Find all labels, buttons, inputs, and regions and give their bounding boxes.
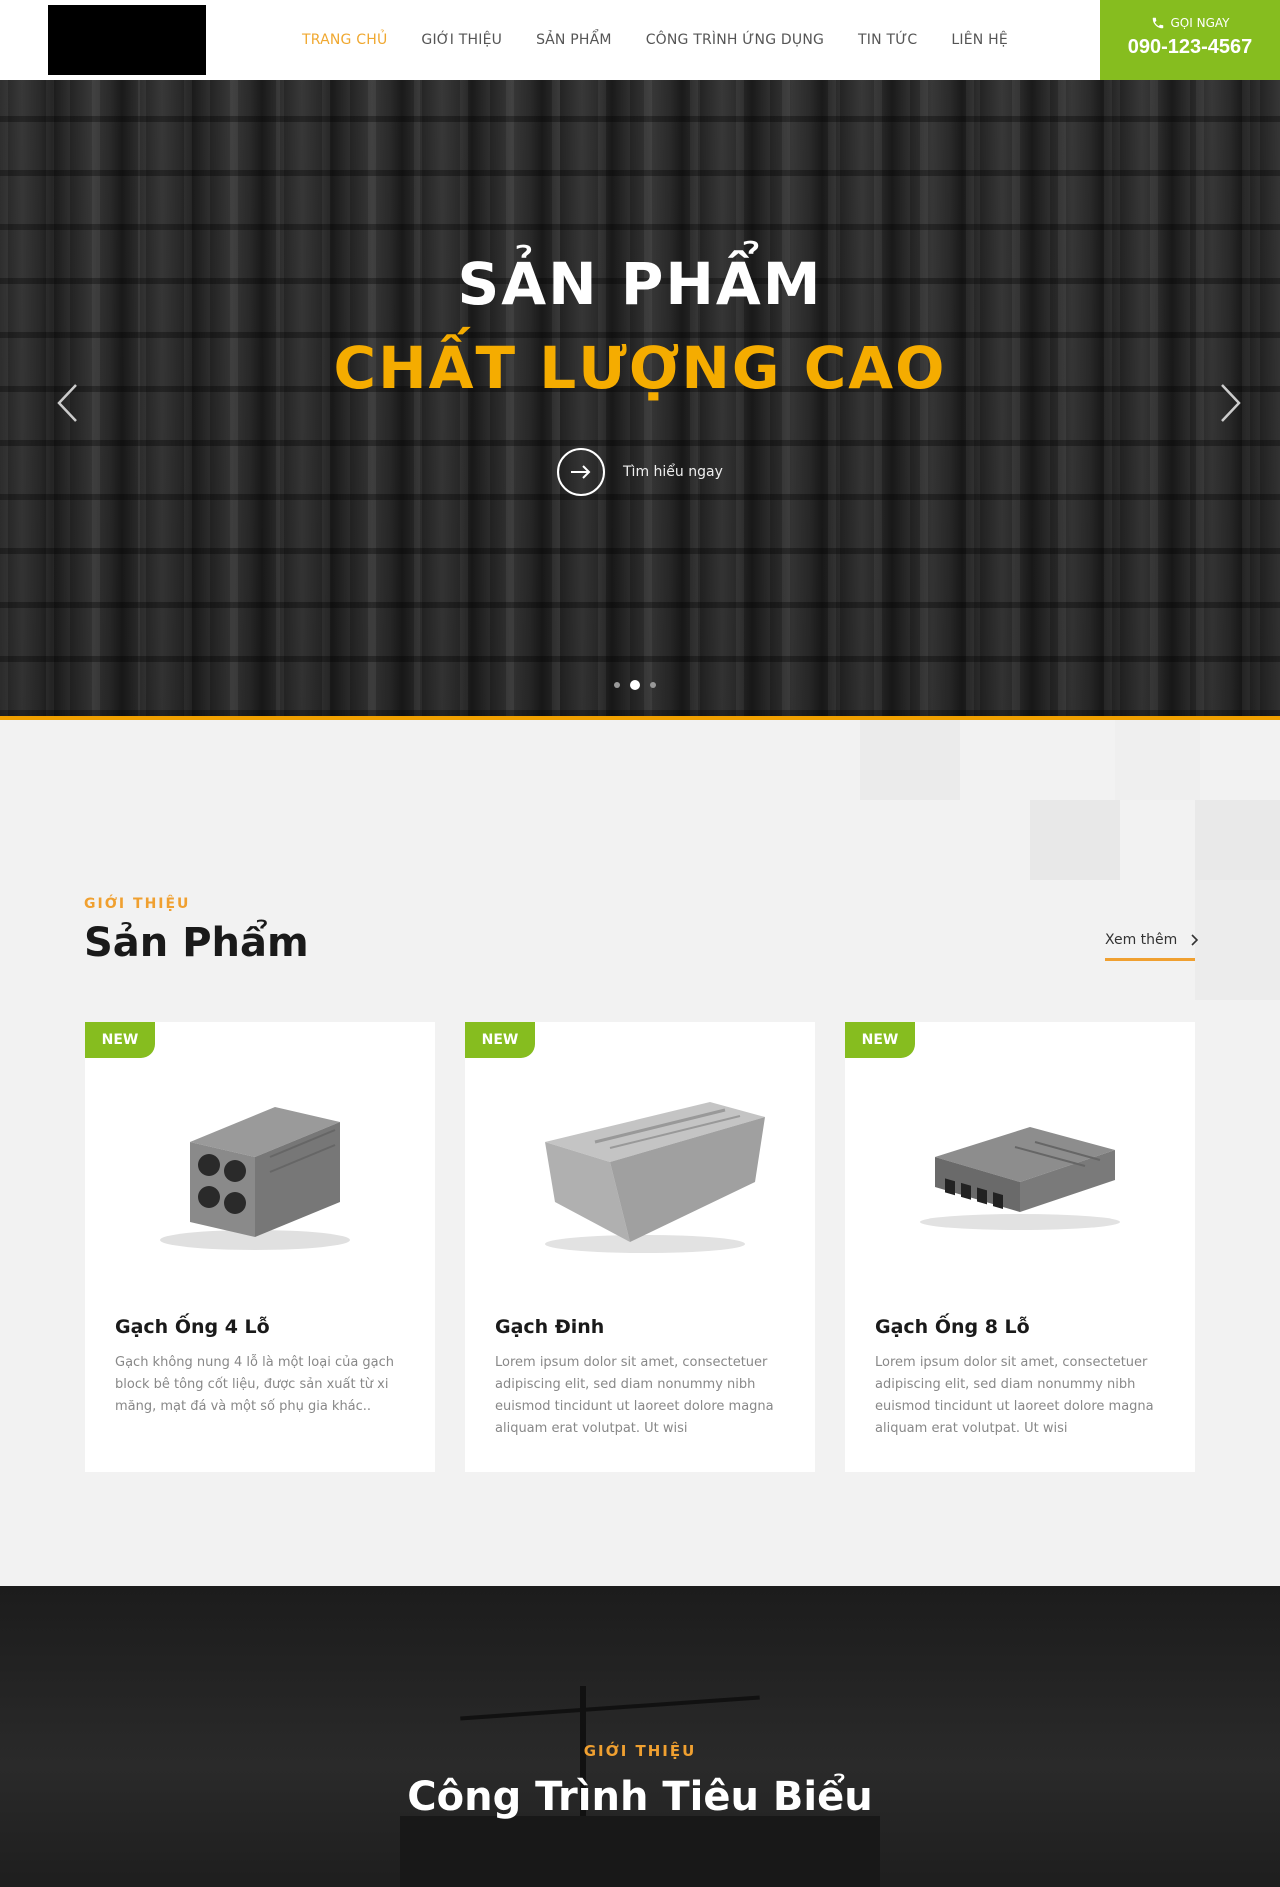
decorative-square xyxy=(1030,800,1120,880)
section-kicker: GIỚI THIỆU xyxy=(84,896,191,912)
hero-slider: SẢN PHẨM CHẤT LƯỢNG CAO Tìm hiểu ngay xyxy=(0,80,1280,716)
product-image-solid-brick[interactable] xyxy=(515,1062,765,1262)
product-description: Lorem ipsum dolor sit amet, consectetuer… xyxy=(875,1355,1154,1436)
product-description: Lorem ipsum dolor sit amet, consectetuer… xyxy=(495,1355,774,1436)
decorative-square xyxy=(1195,800,1280,880)
section-title: Sản Phẩm xyxy=(84,920,309,966)
site-header: TRANG CHỦ GIỚI THIỆU SẢN PHẨM CÔNG TRÌNH… xyxy=(0,0,1280,80)
chevron-right-icon[interactable] xyxy=(1220,380,1242,434)
nav-item-about[interactable]: GIỚI THIỆU xyxy=(421,32,502,48)
see-more-label: Xem thêm xyxy=(1105,932,1178,948)
product-name[interactable]: Gạch Đinh xyxy=(495,1316,604,1338)
new-badge: NEW xyxy=(85,1022,155,1058)
hero-cta-button[interactable]: Tìm hiểu ngay xyxy=(557,448,723,496)
nav-item-news[interactable]: TIN TỨC xyxy=(858,32,917,48)
nav-item-products[interactable]: SẢN PHẨM xyxy=(536,32,612,48)
hero-title-line1: SẢN PHẨM xyxy=(457,250,823,318)
hero-title-line2: CHẤT LƯỢNG CAO xyxy=(333,334,947,402)
slider-dot-2[interactable] xyxy=(630,680,640,690)
section-kicker: GIỚI THIỆU xyxy=(583,1742,697,1760)
nav-item-home[interactable]: TRANG CHỦ xyxy=(302,32,387,48)
nav-item-projects[interactable]: CÔNG TRÌNH ỨNG DỤNG xyxy=(646,32,824,48)
decorative-square xyxy=(1195,880,1280,1000)
call-label: GỌI NGAY xyxy=(1170,16,1230,30)
product-name[interactable]: Gạch Ống 4 Lỗ xyxy=(115,1316,270,1338)
call-now-button[interactable]: GỌI NGAY 090-123-4567 xyxy=(1100,0,1280,80)
product-card[interactable]: NEW Gạch Ống 4 Lỗ Gạch không nung 4 lỗ l… xyxy=(85,1022,435,1472)
product-name[interactable]: Gạch Ống 8 Lỗ xyxy=(875,1316,1030,1338)
phone-icon xyxy=(1152,17,1163,29)
see-more-underline xyxy=(1105,958,1195,961)
section-title: Công Trình Tiêu Biểu xyxy=(407,1774,873,1820)
hero-cta-label: Tìm hiểu ngay xyxy=(623,464,723,480)
slider-dots xyxy=(614,680,656,690)
product-card[interactable]: NEW Gạch Ống 8 Lỗ Lorem ipsum dolor sit … xyxy=(845,1022,1195,1472)
decorative-square xyxy=(860,720,960,800)
main-nav: TRANG CHỦ GIỚI THIỆU SẢN PHẨM CÔNG TRÌNH… xyxy=(302,0,1042,80)
products-section: GIỚI THIỆU Sản Phẩm Xem thêm NEW Gạch Ốn… xyxy=(0,720,1280,1586)
product-card[interactable]: NEW Gạch Đinh Lorem ipsum dolor sit amet… xyxy=(465,1022,815,1472)
site-logo[interactable] xyxy=(48,5,206,75)
product-description: Gạch không nung 4 lỗ là một loại của gạc… xyxy=(115,1355,395,1414)
new-badge: NEW xyxy=(465,1022,535,1058)
chevron-left-icon[interactable] xyxy=(56,380,78,434)
slider-dot-1[interactable] xyxy=(614,682,620,688)
phone-number: 090-123-4567 xyxy=(1127,36,1253,58)
crane-silhouette xyxy=(460,1695,760,1721)
arrow-right-icon xyxy=(557,448,605,496)
building-silhouette xyxy=(400,1816,880,1887)
new-badge: NEW xyxy=(845,1022,915,1058)
nav-item-contact[interactable]: LIÊN HỆ xyxy=(951,32,1007,48)
product-image-brick-8-holes[interactable] xyxy=(895,1062,1145,1262)
projects-section: GIỚI THIỆU Công Trình Tiêu Biểu xyxy=(0,1586,1280,1887)
slider-dot-3[interactable] xyxy=(650,682,656,688)
product-image-brick-4-holes[interactable] xyxy=(135,1062,385,1262)
see-more-link[interactable]: Xem thêm xyxy=(1105,932,1199,948)
decorative-square xyxy=(1115,720,1200,800)
chevron-right-icon xyxy=(1191,934,1199,946)
